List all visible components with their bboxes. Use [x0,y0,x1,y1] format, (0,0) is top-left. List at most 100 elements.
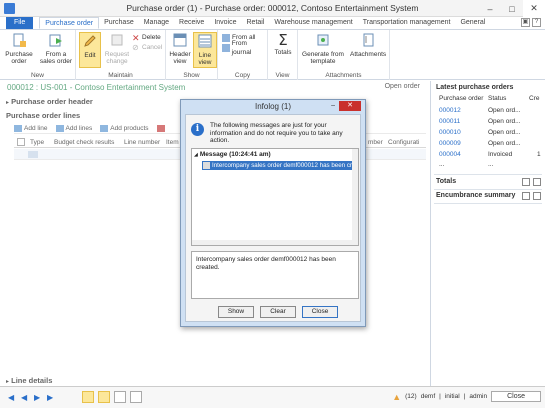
pane-settings-icon[interactable] [522,192,530,200]
col-purchase-order: Purchase order [439,95,484,102]
tab-transportation-management[interactable]: Transportation management [358,17,456,29]
delete-icon: ✕ [132,32,140,43]
dialog-body: i The following messages are just for yo… [185,114,361,322]
group-new: Purchase order From a sales order New [0,30,76,80]
po-status: Open ord... [488,118,521,125]
pencil-icon [84,35,96,47]
first-record-icon[interactable]: ◀ [8,393,16,402]
edit-button[interactable]: Edit [79,32,101,68]
attachment-icon[interactable] [130,391,142,403]
cancel-button[interactable]: ⊘ Cancel [132,43,162,52]
close-window-button[interactable]: ✕ [523,0,545,17]
line-view-button[interactable]: Line view [193,32,217,68]
attachments-button[interactable]: Attachments [350,32,386,58]
group-maintain: Edit Request change ✕ Delete ⊘ Cancel Ma… [76,30,166,80]
show-button[interactable]: Show [218,306,254,318]
minimize-button[interactable]: – [479,0,501,17]
previous-record-icon[interactable]: ◀ [21,393,29,402]
clear-button[interactable]: Clear [260,306,296,318]
horizontal-scrollbar[interactable] [192,240,354,245]
po-link[interactable]: 000012 [439,107,461,114]
grid-icon[interactable] [114,391,126,403]
more-indicator: ... [488,161,494,168]
message-detail: Intercompany sales order demf000012 has … [191,251,359,299]
col-created: Cre [529,95,540,102]
tab-warehouse-management[interactable]: Warehouse management [269,17,357,29]
copy-from-journal-button[interactable]: From journal [222,40,267,56]
po-link[interactable]: 000004 [439,151,461,158]
tab-file[interactable]: File [6,17,34,29]
tab-purchase-order[interactable]: Purchase order [39,17,100,29]
group-show: Header view Line view Show [166,30,218,80]
tab-invoice[interactable]: Invoice [209,17,241,29]
purchase-order-button[interactable]: Purchase order [4,32,34,65]
message-row[interactable]: Intercompany sales order demf000012 has … [202,161,358,170]
user: admin [469,393,488,400]
message-tree: ◢ Message (10:24:41 am) Intercompany sal… [191,148,359,246]
divider [434,174,542,175]
header-view-icon [173,33,187,47]
delete-button[interactable]: ✕ Delete [132,33,161,42]
request-change-icon [111,34,123,46]
title-bar: Purchase order (1) - Purchase order: 000… [0,0,545,17]
notification-count[interactable]: (12) [405,393,417,400]
close-button[interactable]: Close [302,306,338,318]
journal-icon [222,43,230,52]
po-status: Open ord... [488,107,521,114]
latest-po-title[interactable]: Latest purchase orders [436,84,513,91]
last-record-icon[interactable]: ▶ [47,393,55,402]
paperclip-icon [363,33,374,47]
next-record-icon[interactable]: ▶ [34,393,42,402]
po-status: Invoiced [488,151,513,158]
pane-collapse-icon[interactable] [533,192,541,200]
tab-purchase[interactable]: Purchase [99,17,139,29]
layer: initial [444,393,460,400]
sales-order-icon [49,34,62,47]
header-view-button[interactable]: Header view [168,32,192,65]
close-form-button[interactable]: Close [491,391,541,402]
group-attachments: Generate from template Attachments Attac… [298,30,390,80]
ribbon-tabs: File Purchase order Purchase Manage Rece… [0,17,545,30]
help-icon[interactable]: ? [532,18,541,27]
col-status: Status [488,95,507,102]
tab-general[interactable]: General [455,17,490,29]
tab-receive[interactable]: Receive [174,17,209,29]
group-view: Σ Totals View [268,30,298,80]
po-status: Open ord... [488,140,521,147]
notifications-icon[interactable]: ▲ [392,392,401,402]
message-tree-header[interactable]: ◢ Message (10:24:41 am) [194,151,271,158]
po-link[interactable]: 000009 [439,140,461,147]
vertical-scrollbar[interactable] [352,149,358,245]
template-icon [317,34,329,46]
dialog-title: Infolog (1) [254,102,292,111]
pane-collapse-icon[interactable] [533,178,541,186]
sigma-icon: Σ [278,31,288,49]
po-created: 1 [537,151,541,158]
ribbon: Purchase order From a sales order New Ed… [0,30,545,80]
generate-from-template-button[interactable]: Generate from template [300,32,346,65]
cancel-icon: ⊘ [132,42,139,52]
dialog-close-button[interactable]: ✕ [339,101,361,111]
tab-manage[interactable]: Manage [139,17,174,29]
po-link[interactable]: 000011 [439,118,460,125]
maximize-button[interactable]: □ [501,0,523,17]
po-link[interactable]: 000010 [439,129,461,136]
from-sales-order-button[interactable]: From a sales order [38,32,74,65]
edit-mode-icon[interactable] [82,391,94,403]
request-change-button[interactable]: Request change [102,32,132,65]
dialog-minimize-button[interactable]: – [331,102,335,109]
status-bar: ◀ ◀ ▶ ▶ ▲ (12) demf | initial | admin Cl… [0,386,545,408]
pane-settings-icon[interactable] [522,178,530,186]
infolog-dialog: Infolog (1) – ✕ i The following messages… [180,99,366,327]
company[interactable]: demf [421,393,435,400]
totals-title[interactable]: Totals [436,178,456,185]
favorites-icon[interactable]: ▣ [521,18,530,27]
totals-button[interactable]: Σ Totals [271,32,295,56]
po-status: Open ord... [488,129,521,136]
tab-retail[interactable]: Retail [242,17,270,29]
dialog-message: The following messages are just for your… [210,122,343,144]
divider [434,189,542,190]
group-copy: From all From journal Copy [218,30,268,80]
encumbrance-summary-title[interactable]: Encumbrance summary [436,192,515,199]
line-view-icon[interactable] [98,391,110,403]
